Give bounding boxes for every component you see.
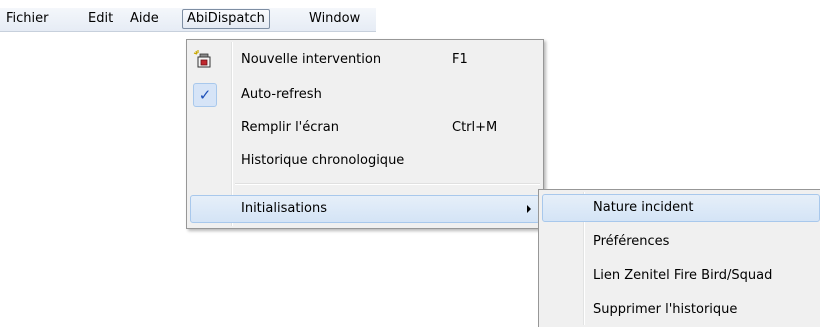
abidispatch-menu: Nouvelle intervention F1 ✓ Auto-refresh … bbox=[186, 39, 544, 229]
menu-item-label: Nature incident bbox=[593, 200, 694, 215]
checkmark-icon-frame: ✓ bbox=[193, 83, 217, 107]
menu-item-label: Supprimer l'historique bbox=[593, 302, 738, 317]
menu-fichier[interactable]: Fichier bbox=[2, 9, 53, 29]
menu-item-label: Lien Zenitel Fire Bird/Squad bbox=[593, 268, 773, 283]
menu-item-remplir-ecran[interactable]: Remplir l'écran Ctrl+M bbox=[190, 114, 540, 142]
initialisations-submenu: Nature incident Préférences Lien Zenitel… bbox=[538, 189, 820, 327]
menu-item-nouvelle-intervention[interactable]: Nouvelle intervention F1 bbox=[190, 46, 540, 74]
menu-aide[interactable]: Aide bbox=[126, 9, 163, 29]
menu-item-shortcut: Ctrl+M bbox=[452, 120, 498, 135]
menu-item-label: Auto-refresh bbox=[241, 87, 322, 102]
submenu-item-lien-zenitel[interactable]: Lien Zenitel Fire Bird/Squad bbox=[542, 262, 817, 290]
menu-item-label: Initialisations bbox=[241, 201, 327, 216]
menu-window[interactable]: Window bbox=[305, 9, 364, 29]
menu-separator bbox=[235, 183, 540, 185]
menu-edit[interactable]: Edit bbox=[84, 9, 117, 29]
submenu-item-preferences[interactable]: Préférences bbox=[542, 228, 817, 256]
app-window: Fichier Edit Aide AbiDispatch Window Nou… bbox=[0, 0, 820, 327]
new-intervention-icon bbox=[193, 49, 215, 71]
submenu-item-supprimer-historique[interactable]: Supprimer l'historique bbox=[542, 296, 817, 324]
menu-bar: Fichier Edit Aide AbiDispatch Window bbox=[0, 8, 376, 32]
menu-item-label: Historique chronologique bbox=[241, 153, 405, 168]
menu-item-label: Préférences bbox=[593, 234, 670, 249]
menu-item-shortcut: F1 bbox=[452, 52, 468, 67]
menu-item-auto-refresh[interactable]: ✓ Auto-refresh bbox=[190, 81, 540, 109]
checkmark-icon: ✓ bbox=[198, 86, 212, 104]
submenu-item-nature-incident[interactable]: Nature incident bbox=[542, 194, 820, 222]
menu-item-label: Remplir l'écran bbox=[241, 120, 339, 135]
menu-abidispatch[interactable]: AbiDispatch bbox=[182, 9, 270, 29]
menu-item-initialisations[interactable]: Initialisations bbox=[190, 195, 540, 223]
menu-item-label: Nouvelle intervention bbox=[241, 52, 382, 67]
submenu-arrow-icon bbox=[527, 205, 531, 213]
menu-item-historique-chronologique[interactable]: Historique chronologique bbox=[190, 147, 540, 175]
